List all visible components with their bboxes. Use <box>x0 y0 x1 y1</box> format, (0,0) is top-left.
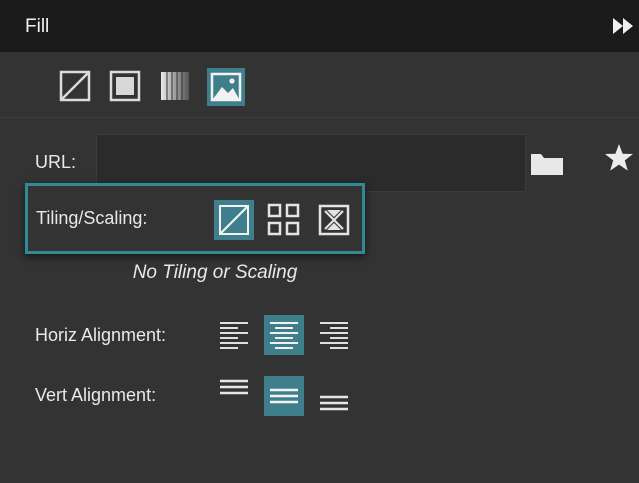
vert-alignment-label: Vert Alignment: <box>35 385 157 405</box>
tiling-scaling-label: Tiling/Scaling: <box>36 208 148 228</box>
tile-grid-icon <box>267 203 300 236</box>
align-right-icon <box>320 322 348 349</box>
align-left-button[interactable] <box>214 315 254 355</box>
gradient-fill-button[interactable] <box>157 68 195 106</box>
align-middle-button[interactable] <box>264 376 304 416</box>
solid-fill-button[interactable] <box>107 68 145 106</box>
tiling-scaling-group: Tiling/Scaling: <box>25 183 365 254</box>
section-divider <box>0 117 639 118</box>
align-right-button[interactable] <box>314 315 354 355</box>
tiling-hint-text: No Tiling or Scaling <box>132 262 298 283</box>
no-fill-icon <box>59 70 91 102</box>
folder-icon[interactable] <box>530 150 564 181</box>
no-tiling-button[interactable] <box>214 200 254 240</box>
url-label: URL: <box>35 152 77 172</box>
gradient-fill-icon <box>161 72 189 100</box>
collapse-panel-icon[interactable] <box>611 16 635 36</box>
image-fill-icon <box>207 68 245 106</box>
align-bottom-button[interactable] <box>314 380 354 420</box>
align-top-icon <box>220 379 248 395</box>
align-center-icon <box>264 315 304 355</box>
no-tiling-icon <box>214 200 254 240</box>
panel-title: Fill <box>25 16 50 37</box>
star-icon[interactable] <box>604 143 634 178</box>
image-fill-button[interactable] <box>207 68 245 106</box>
horiz-alignment-label: Horiz Alignment: <box>35 325 167 345</box>
scale-to-fit-icon <box>318 204 350 236</box>
align-middle-icon <box>264 376 304 416</box>
align-bottom-icon <box>320 395 348 411</box>
fill-type-selector <box>57 68 257 106</box>
no-fill-button[interactable] <box>57 68 95 106</box>
align-top-button[interactable] <box>214 372 254 412</box>
scale-to-fit-button[interactable] <box>314 200 354 240</box>
align-left-icon <box>220 322 248 349</box>
align-center-button[interactable] <box>264 315 304 355</box>
tile-grid-button[interactable] <box>264 200 304 240</box>
solid-fill-icon <box>109 70 141 102</box>
panel-header: Fill <box>0 0 639 52</box>
fill-panel: Fill URL: Tiling/Scaling: No Tiling or S… <box>0 0 639 483</box>
